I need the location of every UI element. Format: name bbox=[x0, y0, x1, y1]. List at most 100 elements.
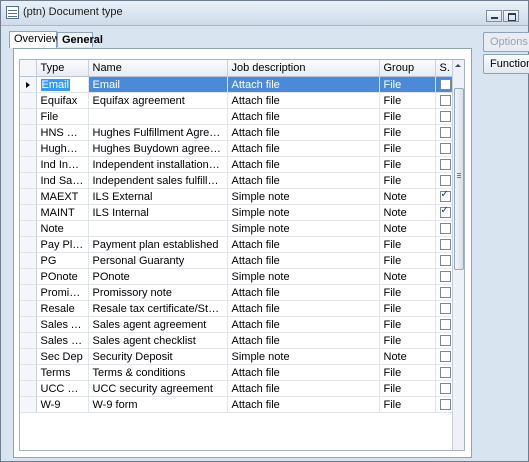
cell-job-description[interactable]: Attach file bbox=[227, 396, 380, 413]
scrollbar-thumb[interactable] bbox=[454, 88, 464, 270]
table-row[interactable]: HNS FUL Hughes Fulfillment Agreement Attac… bbox=[20, 124, 455, 141]
tab-general[interactable]: General bbox=[57, 32, 103, 47]
row-checkbox[interactable] bbox=[439, 79, 451, 91]
row-checkbox[interactable] bbox=[439, 205, 451, 219]
row-indicator[interactable] bbox=[20, 220, 37, 237]
row-indicator[interactable] bbox=[20, 172, 37, 189]
cell-name[interactable]: Independent sales fulfillment ag... bbox=[88, 172, 228, 189]
cell-type[interactable]: Equifax bbox=[36, 92, 89, 109]
table-row[interactable]: POnote POnote Simple note Note bbox=[20, 268, 455, 285]
cell-type[interactable]: Sales Agre bbox=[36, 316, 89, 333]
cell-job-description[interactable]: Attach file bbox=[227, 364, 380, 381]
row-checkbox[interactable] bbox=[439, 111, 451, 123]
cell-type[interactable]: PG bbox=[36, 252, 89, 269]
cell-group[interactable]: File bbox=[379, 284, 436, 301]
cell-group[interactable]: File bbox=[379, 316, 436, 333]
cell-type[interactable]: Promissory bbox=[36, 284, 89, 301]
row-checkbox[interactable] bbox=[439, 239, 451, 251]
cell-group[interactable]: Note bbox=[379, 188, 436, 205]
cell-type[interactable]: POnote bbox=[36, 268, 89, 285]
cell-type[interactable]: Email bbox=[36, 76, 89, 93]
table-row[interactable]: File Attach file File bbox=[20, 108, 455, 125]
cell-group[interactable]: File bbox=[379, 140, 436, 157]
cell-group[interactable]: File bbox=[379, 172, 436, 189]
column-header-job-description[interactable]: Job description bbox=[227, 60, 380, 77]
cell-name[interactable]: Hughes Buydown agreement bbox=[88, 140, 228, 157]
cell-type[interactable]: Terms bbox=[36, 364, 89, 381]
row-indicator[interactable] bbox=[20, 396, 37, 413]
row-checkbox[interactable] bbox=[439, 175, 451, 187]
row-indicator[interactable] bbox=[20, 108, 37, 125]
cell-job-description[interactable]: Simple note bbox=[227, 348, 380, 365]
row-indicator[interactable] bbox=[20, 92, 37, 109]
cell-job-description[interactable]: Attach file bbox=[227, 92, 380, 109]
cell-job-description[interactable]: Attach file bbox=[227, 380, 380, 397]
row-indicator[interactable] bbox=[20, 364, 37, 381]
cell-name[interactable]: Resale tax certificate/State of AR bbox=[88, 300, 228, 317]
cell-group[interactable]: Note bbox=[379, 268, 436, 285]
row-indicator[interactable] bbox=[20, 140, 37, 157]
row-indicator[interactable] bbox=[20, 380, 37, 397]
row-checkbox[interactable] bbox=[439, 255, 451, 267]
table-row[interactable]: Equifax Equifax agreement Attach file File bbox=[20, 92, 455, 109]
row-checkbox[interactable] bbox=[439, 271, 451, 283]
cell-job-description[interactable]: Attach file bbox=[227, 252, 380, 269]
row-indicator[interactable] bbox=[20, 332, 37, 349]
table-row[interactable]: Hughes B... Hughes Buydown agreement Attac… bbox=[20, 140, 455, 157]
title-bar[interactable]: (ptn) Document type bbox=[1, 1, 528, 26]
cell-type[interactable]: HNS FUL bbox=[36, 124, 89, 141]
cell-group[interactable]: File bbox=[379, 236, 436, 253]
row-checkbox[interactable] bbox=[439, 351, 451, 363]
cell-job-description[interactable]: Attach file bbox=[227, 172, 380, 189]
cell-group[interactable]: File bbox=[379, 156, 436, 173]
cell-group[interactable]: File bbox=[379, 252, 436, 269]
row-indicator[interactable] bbox=[20, 124, 37, 141]
table-row[interactable]: W-9 W-9 form Attach file File bbox=[20, 396, 455, 413]
cell-job-description[interactable]: Attach file bbox=[227, 332, 380, 349]
row-checkbox[interactable] bbox=[439, 319, 451, 331]
table-row[interactable]: Resale Resale tax certificate/State of AR… bbox=[20, 300, 455, 317]
cell-name[interactable]: Promissory note bbox=[88, 284, 228, 301]
cell-group[interactable]: Note bbox=[379, 220, 436, 237]
cell-name[interactable]: Equifax agreement bbox=[88, 92, 228, 109]
cell-job-description[interactable]: Simple note bbox=[227, 188, 380, 205]
cell-job-description[interactable]: Attach file bbox=[227, 140, 380, 157]
cell-type[interactable]: Pay Plan bbox=[36, 236, 89, 253]
cell-type[interactable]: W-9 bbox=[36, 396, 89, 413]
options-button[interactable]: Options bbox=[483, 32, 529, 52]
row-indicator[interactable] bbox=[20, 268, 37, 285]
cell-group[interactable]: File bbox=[379, 396, 436, 413]
column-header-name[interactable]: Name bbox=[88, 60, 228, 77]
table-row[interactable]: Promissory Promissory note Attach file File bbox=[20, 284, 455, 301]
row-checkbox[interactable] bbox=[439, 189, 451, 203]
row-checkbox[interactable] bbox=[439, 335, 451, 347]
cell-name[interactable]: Independent installation agreem... bbox=[88, 156, 228, 173]
cell-job-description[interactable]: Simple note bbox=[227, 220, 380, 237]
row-checkbox[interactable] bbox=[439, 127, 451, 139]
row-checkbox[interactable] bbox=[439, 383, 451, 395]
cell-group[interactable]: Note bbox=[379, 204, 436, 221]
vertical-scrollbar[interactable] bbox=[452, 60, 464, 450]
cell-job-description[interactable]: Attach file bbox=[227, 236, 380, 253]
cell-name[interactable]: ILS Internal bbox=[88, 204, 228, 221]
row-indicator[interactable] bbox=[20, 284, 37, 301]
cell-group[interactable]: File bbox=[379, 76, 436, 93]
row-indicator[interactable] bbox=[20, 316, 37, 333]
row-indicator[interactable] bbox=[20, 156, 37, 173]
cell-job-description[interactable]: Attach file bbox=[227, 284, 380, 301]
row-indicator[interactable] bbox=[20, 252, 37, 269]
cell-type[interactable]: Resale bbox=[36, 300, 89, 317]
table-row[interactable]: Ind Sales Independent sales fulfillment a… bbox=[20, 172, 455, 189]
scroll-up-arrow-icon[interactable] bbox=[453, 60, 464, 71]
table-row[interactable]: Ind Instal Independent installation agree… bbox=[20, 156, 455, 173]
row-checkbox[interactable] bbox=[439, 367, 451, 379]
cell-type[interactable]: Sales Chec bbox=[36, 332, 89, 349]
cell-group[interactable]: File bbox=[379, 124, 436, 141]
cell-group[interactable]: File bbox=[379, 300, 436, 317]
row-checkbox[interactable] bbox=[439, 223, 451, 235]
minimize-button[interactable] bbox=[486, 10, 502, 22]
cell-group[interactable]: File bbox=[379, 332, 436, 349]
cell-type[interactable]: Ind Instal bbox=[36, 156, 89, 173]
row-indicator[interactable] bbox=[20, 76, 37, 93]
table-row[interactable]: Sales Chec Sales agent checklist Attach fi… bbox=[20, 332, 455, 349]
